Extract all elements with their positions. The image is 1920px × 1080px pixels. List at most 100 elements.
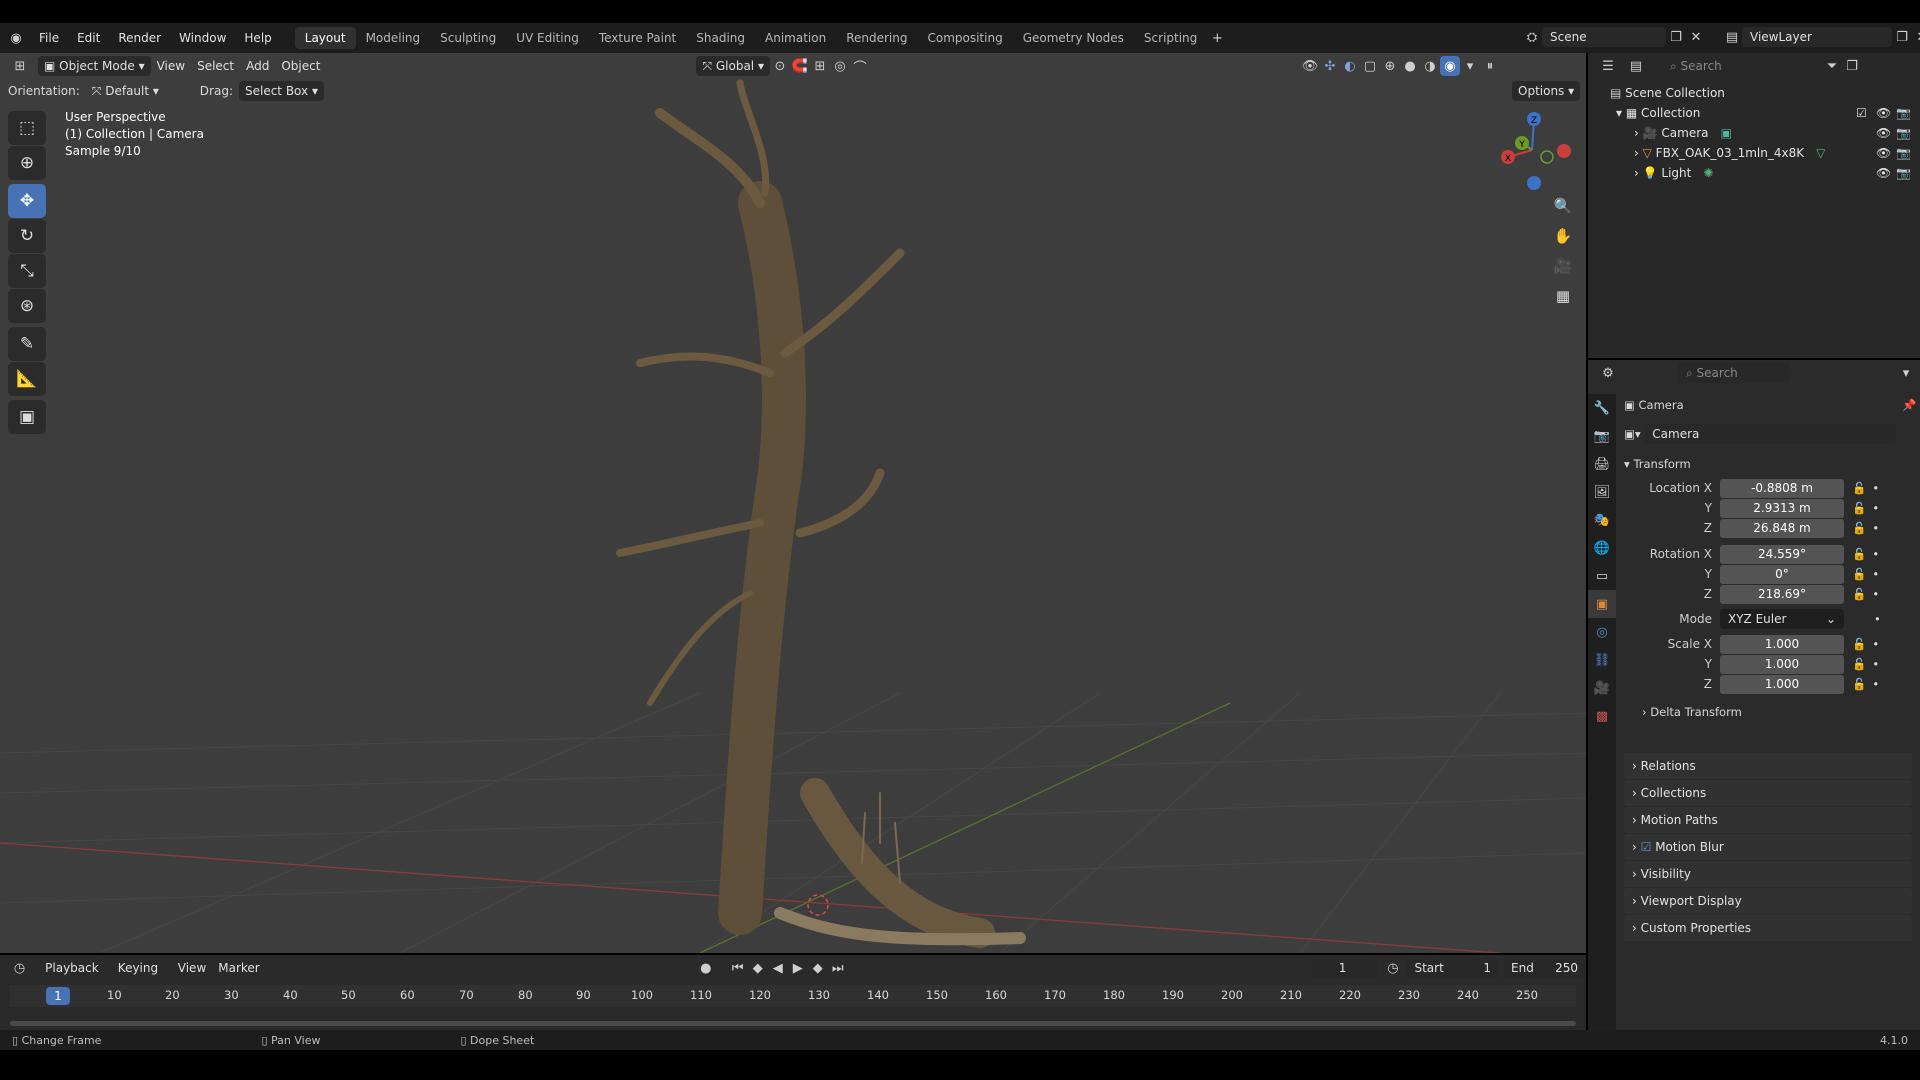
playback-menu[interactable]: Playback ▾ [39,958,112,995]
blender-logo-icon[interactable]: ◉ [6,28,26,48]
proportional-edit-icon[interactable]: ◎ [830,56,850,76]
camera-render-icon[interactable]: 📷 [1896,126,1911,140]
delete-view-layer-icon[interactable]: ✕ [1912,27,1920,47]
preview-range-icon[interactable]: ◷ [1383,958,1402,978]
output-tab-icon[interactable]: 🖨 [1588,450,1616,478]
motion-blur-checkbox-icon[interactable]: ☑ [1641,840,1656,854]
new-collection-icon[interactable]: ❐ [1842,56,1862,76]
current-frame-field[interactable]: 1 [1307,958,1378,978]
camera-visibility-icon[interactable]: 👁 [1876,126,1891,140]
filter-icon[interactable]: ⏷ [1822,56,1842,76]
gizmo-neg-z[interactable] [1527,176,1541,190]
transform-tool-icon[interactable]: ⊛ [8,289,46,323]
light-data-icon[interactable]: ✺ [1703,166,1713,180]
lock-icon[interactable]: 🔓 [1852,677,1866,691]
keyframe-dot-icon[interactable]: • [1872,547,1879,561]
camera-view-icon[interactable]: 🎥 [1550,253,1576,279]
lock-icon[interactable]: 🔓 [1852,587,1866,601]
material-shading-icon[interactable]: ◑ [1420,56,1440,76]
tab-animation[interactable]: Animation [755,27,836,49]
xray-icon[interactable]: ▢ [1360,56,1380,76]
camera-data-icon[interactable]: ▣ [1720,126,1731,140]
tab-modeling[interactable]: Modeling [356,27,431,49]
properties-search[interactable]: ⌕ Search [1678,363,1790,383]
object-tab-icon[interactable]: ▣ [1588,590,1616,618]
rendered-shading-icon[interactable]: ◉ [1440,56,1460,76]
expand-icon[interactable]: › [1634,146,1643,160]
orientation-dropdown[interactable]: ⤧ Default ▾ [86,81,182,101]
select-box-tool-icon[interactable]: ⬚ [8,111,46,145]
frame-ruler[interactable]: 1 10 20 30 40 50 60 70 80 90 100 110 120… [10,985,1576,1007]
transform-orientation-dropdown[interactable]: ⤧ Global ▾ [696,56,770,76]
tree-collection[interactable]: ▾ ▦ Collection ☑ 👁 📷 [1610,103,1920,123]
scene-name-field[interactable]: Scene [1542,27,1666,47]
pan-hand-icon[interactable]: ✋ [1550,223,1576,249]
collection-render-icon[interactable]: 📷 [1896,106,1911,120]
light-visibility-icon[interactable]: 👁 [1876,166,1891,180]
expand-icon[interactable]: › [1634,166,1643,180]
menu-edit[interactable]: Edit [68,27,109,49]
scale-y-field[interactable]: 1.000 [1720,654,1844,674]
jump-end-icon[interactable]: ⏭ [828,958,848,978]
menu-file[interactable]: File [30,27,68,49]
overlay-toggle-icon[interactable]: ◐ [1340,56,1360,76]
navigation-gizmo[interactable]: Z Y X [1492,105,1572,195]
mode-dropdown[interactable]: ▣ Object Mode ▾ [38,56,151,76]
properties-editor-icon[interactable]: ⚙ [1598,363,1618,383]
new-scene-icon[interactable]: ❐ [1666,27,1686,47]
datablock-name-field[interactable]: Camera [1644,424,1897,444]
lock-icon[interactable]: 🔓 [1852,567,1866,581]
expand-icon[interactable]: ▾ [1616,106,1626,120]
menu-help[interactable]: Help [235,27,280,49]
keyframe-dot-icon[interactable]: • [1874,612,1881,626]
falloff-icon[interactable]: ⌒ [850,56,870,76]
view-layer-field[interactable]: ViewLayer [1742,27,1892,47]
menu-window[interactable]: Window [170,27,235,49]
panel-relations[interactable]: › Relations [1624,753,1912,779]
keying-menu[interactable]: Keying ▾ [112,958,172,995]
gizmo-toggle-icon[interactable]: ✣ [1320,56,1340,76]
tab-scripting[interactable]: Scripting [1134,27,1207,49]
pivot-point-icon[interactable]: ⊙ [770,56,790,76]
lock-icon[interactable]: 🔓 [1852,521,1866,535]
keyframe-dot-icon[interactable]: • [1872,567,1879,581]
tree-light[interactable]: › 💡 Light ✺ 👁 📷 [1610,163,1920,183]
zoom-icon[interactable]: 🔍 [1550,193,1576,219]
collection-visibility-icon[interactable]: 👁 [1876,106,1891,120]
tab-rendering[interactable]: Rendering [836,27,917,49]
visibility-icon[interactable]: 👁 [1300,56,1320,76]
marker-menu[interactable]: Marker [212,958,265,978]
keyframe-dot-icon[interactable]: • [1872,657,1879,671]
snap-target-icon[interactable]: ⊞ [810,56,830,76]
scene-icon[interactable]: ⛭ [1522,27,1542,47]
panel-visibility[interactable]: › Visibility [1624,861,1912,887]
outliner-search[interactable]: ⌕ Search [1662,56,1774,76]
texture-tab-icon[interactable]: ▩ [1588,702,1616,730]
start-frame-field[interactable]: Start 1 [1406,958,1500,978]
next-keyframe-icon[interactable]: ◆ [808,958,828,978]
timeline-view-menu[interactable]: View [172,958,212,978]
panel-motion-paths[interactable]: › Motion Paths [1624,807,1912,833]
lock-icon[interactable]: 🔓 [1852,481,1866,495]
menu-select[interactable]: Select [191,56,240,76]
scale-tool-icon[interactable]: ⤡ [8,254,46,288]
properties-options-icon[interactable]: ▾ [1896,363,1916,383]
tab-texture-paint[interactable]: Texture Paint [589,27,686,49]
move-tool-icon[interactable]: ✥ [8,184,46,218]
lock-icon[interactable]: 🔓 [1852,501,1866,515]
mesh-data-icon[interactable]: ▽ [1816,146,1825,160]
editor-type-icon[interactable]: ⊞ [10,56,30,76]
new-view-layer-icon[interactable]: ❐ [1892,27,1912,47]
delta-transform-header[interactable]: › Delta Transform [1624,700,1916,724]
outliner-editor-icon[interactable]: ☰ [1598,56,1618,76]
tab-shading[interactable]: Shading [686,27,755,49]
rotation-x-field[interactable]: 24.559° [1720,544,1844,564]
tab-geometry-nodes[interactable]: Geometry Nodes [1013,27,1134,49]
tab-compositing[interactable]: Compositing [917,27,1012,49]
end-frame-field[interactable]: End 250 [1503,958,1586,978]
modifier-tab-icon[interactable]: ◎ [1588,618,1616,646]
location-z-field[interactable]: 26.848 m [1720,518,1844,538]
timeline-editor-icon[interactable]: ◷ [10,958,29,978]
menu-view[interactable]: View [151,56,191,76]
scale-x-field[interactable]: 1.000 [1720,634,1844,654]
